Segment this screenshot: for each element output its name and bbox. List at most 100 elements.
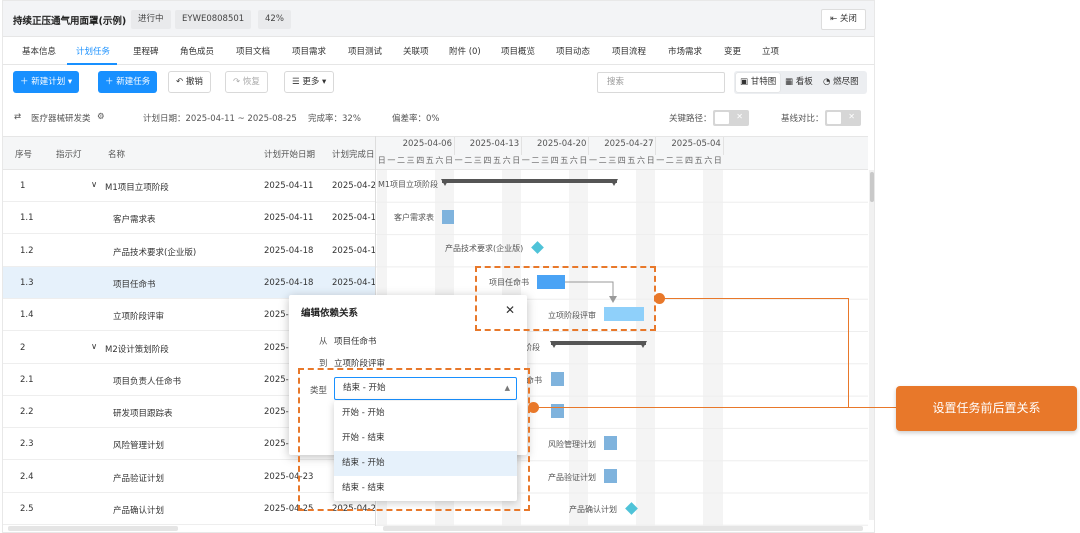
tab-attachments[interactable]: 附件 (0) [449,45,481,57]
row-number: 1.2 [20,245,34,256]
baseline-toggle[interactable]: ✕ [825,110,861,126]
close-button[interactable]: ⇤ 关闭 [821,9,866,30]
chevron-down-icon[interactable]: ∨ [91,180,97,190]
row-number: 1.3 [20,277,34,288]
tab-milestones[interactable]: 里程碑 [133,45,159,57]
redo-button[interactable]: ↷ 恢复 [225,71,268,93]
gantt-label-tech-req: 产品技术要求(企业版) [445,244,524,253]
completion-rate: 完成率：32% [308,114,361,124]
col-end: 计划完成日 [332,150,375,160]
board-icon: ▦ [785,77,796,87]
tab-testing[interactable]: 项目测试 [348,45,382,57]
task-name: 项目负责人任命书 [113,376,182,387]
tab-members[interactable]: 角色成员 [180,45,214,57]
table-row[interactable]: 1.1 客户需求表 2025-04-11 2025-04-11 [3,202,375,235]
end-date: 2025-04-18 [332,245,375,256]
tab-market[interactable]: 市场需求 [668,45,702,57]
row-number: 2.1 [20,374,34,385]
row-number: 2.3 [20,439,34,450]
table-row[interactable]: 1 M1项目立项阶段 ∨ 2025-04-11 2025-04-25 [3,170,375,202]
new-task-button[interactable]: ＋ 新建任务 [98,71,158,93]
annotation-box-gantt [475,266,656,331]
project-title: 持续正压通气用面罩(示例) [13,16,127,27]
end-date: 2025-04-19 [332,277,375,288]
annotation-line [665,298,848,299]
row-number: 1 [20,181,26,191]
gantt-label-verification: 产品验证计划 [548,473,596,482]
annotation-line [539,407,896,408]
tab-requirements[interactable]: 项目需求 [292,45,326,57]
settings-gear-icon[interactable]: ⚙ [97,112,105,122]
annotation-box-dropdown [298,368,530,511]
gantt-label-validation: 产品确认计划 [569,505,617,514]
col-no: 序号 [15,150,33,160]
tab-initiation[interactable]: 立项 [762,45,779,57]
start-date: 2025-04-11 [264,181,314,191]
task-name: 产品验证计划 [113,473,165,484]
start-date: 2025-04-11 [264,213,314,224]
row-number: 1.4 [20,310,34,321]
plan-info-bar: ⇄ 医疗器械研发类 ⚙ 计划日期：2025-04-11 ~ 2025-08-25… [3,104,874,132]
task-bar-verification[interactable] [604,469,617,483]
task-name: M1项目立项阶段 [105,183,169,193]
burndown-icon: ◔ [823,77,834,87]
plus-icon: ＋ [20,77,32,87]
vertical-scrollbar[interactable] [869,170,874,520]
tab-documents[interactable]: 项目文档 [236,45,270,57]
project-header: 持续正压通气用面罩(示例) 进行中 EYWE0808501 42% ⇤ 关闭 [3,1,874,37]
group-bar-m2[interactable] [550,341,647,348]
close-icon: ⇤ [830,14,840,24]
tab-overview[interactable]: 项目概览 [501,45,535,57]
tab-bar: 基本信息 计划任务 里程碑 角色成员 项目文档 项目需求 项目测试 关联项 附件… [3,37,874,65]
progress-badge: 42% [258,10,291,29]
view-gantt-button[interactable]: ▣ 甘特图 [736,73,781,92]
task-name: 风险管理计划 [113,441,165,452]
row-number: 1.1 [20,213,34,224]
task-name: 研发项目跟踪表 [113,409,173,420]
status-badge: 进行中 [131,10,171,29]
view-burndown-button[interactable]: ◔ 燃尽图 [819,73,863,92]
critical-path-toggle[interactable]: ✕ [713,110,749,126]
task-bar-risk[interactable] [604,436,617,450]
annotation-dot [528,402,539,413]
template-label: 医疗器械研发类 [31,114,91,124]
new-plan-button[interactable]: ＋ 新建计划 ▾ [13,71,80,93]
annotation-callout: 设置任务前后置关系 [896,386,1077,431]
annotation-line [848,298,849,408]
row-number: 2 [20,342,26,353]
critical-path-label: 关键路径： [669,114,712,124]
tab-related[interactable]: 关联项 [403,45,429,57]
view-switcher: ▣ 甘特图 ▦ 看板 ◔ 燃尽图 [734,71,867,94]
table-horizontal-scrollbar[interactable] [8,526,178,531]
gantt-label-risk: 风险管理计划 [548,440,596,449]
more-button[interactable]: ☰ 更多 ▾ [284,71,335,93]
active-tab-indicator [67,63,117,65]
swap-icon[interactable]: ⇄ [14,112,21,122]
chevron-down-icon[interactable]: ∨ [91,342,97,352]
task-name: 产品确认计划 [113,506,165,516]
tab-activity[interactable]: 项目动态 [556,45,590,57]
row-number: 2.5 [20,504,34,514]
search-input[interactable]: 搜索 [597,72,725,93]
task-bar-customer-req[interactable] [442,210,454,224]
group-bar-m1[interactable] [441,179,618,186]
task-bar-pm-appointment[interactable] [551,372,564,386]
col-indicator: 指示灯 [56,150,82,160]
tab-workflow[interactable]: 项目流程 [612,45,646,57]
task-name: 项目任命书 [113,279,156,290]
redo-icon: ↷ [233,77,243,87]
baseline-label: 基线对比： [781,114,824,124]
task-name: 产品技术要求(企业版) [113,247,197,258]
project-code-badge: EYWE0808501 [175,10,252,29]
task-name: 客户需求表 [113,215,156,226]
undo-button[interactable]: ↶ 撤销 [168,71,211,93]
view-board-button[interactable]: ▦ 看板 [781,73,817,92]
col-name: 名称 [108,150,126,160]
plan-dates: 计划日期：2025-04-11 ~ 2025-08-25 [143,114,297,124]
tab-basic-info[interactable]: 基本信息 [22,45,56,57]
dialog-title: 编辑依赖关系 [301,308,359,319]
table-row[interactable]: 1.2 产品技术要求(企业版) 2025-04-18 2025-04-18 [3,235,375,267]
tab-change[interactable]: 变更 [724,45,741,57]
gantt-horizontal-scrollbar[interactable] [383,526,863,531]
tab-plan-tasks[interactable]: 计划任务 [76,45,110,57]
